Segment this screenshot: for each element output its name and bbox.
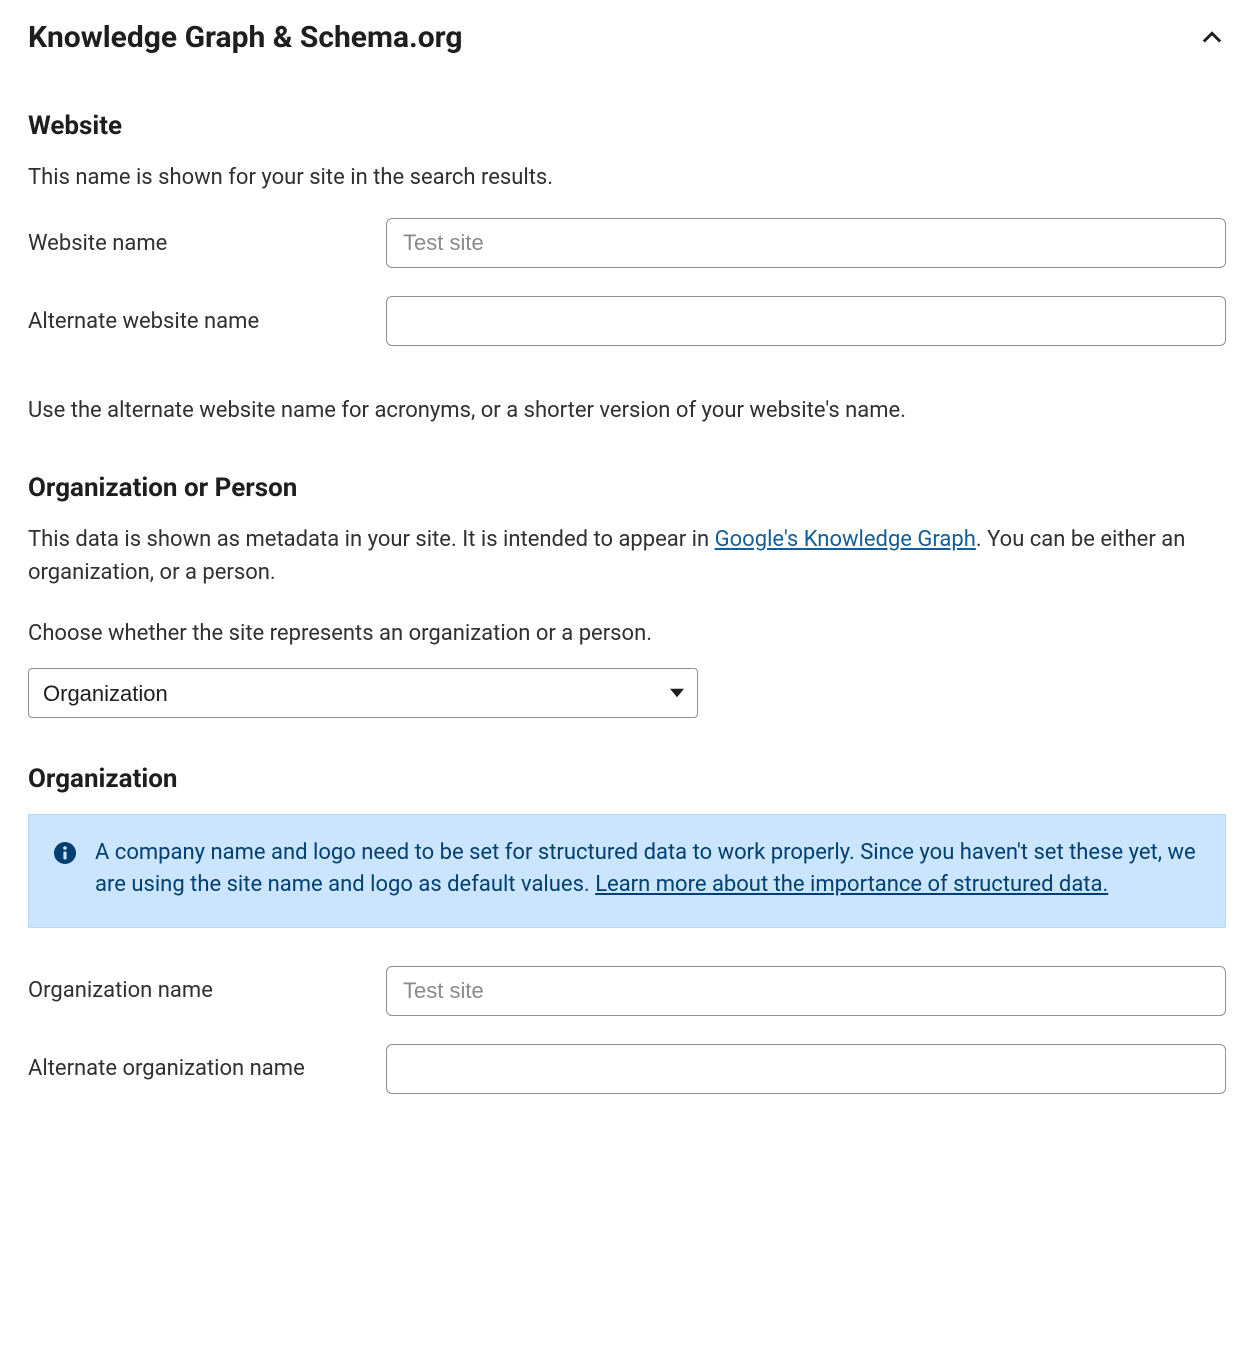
panel-title: Knowledge Graph & Schema.org: [28, 20, 463, 55]
website-name-row: Website name: [28, 218, 1226, 268]
org-person-select[interactable]: Organization: [28, 668, 698, 718]
knowledge-graph-link[interactable]: Google's Knowledge Graph: [715, 527, 976, 552]
alt-organization-name-row: Alternate organization name: [28, 1044, 1226, 1094]
alert-text: A company name and logo need to be set f…: [95, 837, 1201, 901]
info-icon: [53, 841, 77, 865]
organization-name-row: Organization name: [28, 966, 1226, 1016]
alt-website-name-input[interactable]: [386, 296, 1226, 346]
org-person-desc: This data is shown as metadata in your s…: [28, 523, 1226, 589]
learn-more-structured-data-link[interactable]: Learn more about the importance of struc…: [595, 872, 1108, 897]
org-person-select-wrap: Organization: [28, 668, 698, 718]
website-name-input[interactable]: [386, 218, 1226, 268]
organization-name-input[interactable]: [386, 966, 1226, 1016]
chevron-up-icon: [1198, 24, 1226, 52]
website-heading: Website: [28, 111, 1226, 141]
website-desc: This name is shown for your site in the …: [28, 161, 1226, 194]
organization-info-alert: A company name and logo need to be set f…: [28, 814, 1226, 928]
organization-heading: Organization: [28, 764, 1226, 794]
alt-website-name-label: Alternate website name: [28, 309, 362, 334]
panel-header[interactable]: Knowledge Graph & Schema.org: [28, 20, 1226, 55]
organization-name-label: Organization name: [28, 978, 362, 1003]
org-person-desc-text-before: This data is shown as metadata in your s…: [28, 527, 715, 552]
org-person-heading: Organization or Person: [28, 473, 1226, 503]
alt-website-name-row: Alternate website name: [28, 296, 1226, 346]
alt-organization-name-input[interactable]: [386, 1044, 1226, 1094]
alt-website-desc: Use the alternate website name for acron…: [28, 394, 1226, 427]
choose-desc: Choose whether the site represents an or…: [28, 617, 1226, 650]
alt-organization-name-label: Alternate organization name: [28, 1056, 362, 1081]
website-name-label: Website name: [28, 231, 362, 256]
